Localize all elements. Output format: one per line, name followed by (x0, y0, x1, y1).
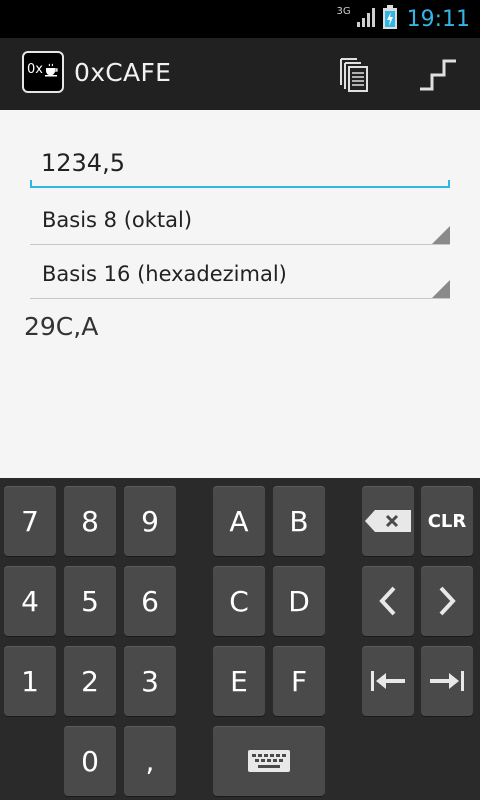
key-4[interactable]: 4 (4, 566, 56, 636)
key-e[interactable]: E (213, 646, 265, 716)
backspace-button[interactable] (362, 486, 414, 556)
keyboard-icon (248, 750, 290, 772)
copy-button[interactable] (326, 48, 382, 100)
app-icon[interactable]: 0x (22, 51, 64, 93)
arrow-left-icon (379, 586, 396, 616)
backspace-icon (365, 510, 411, 532)
cursor-left-button[interactable] (362, 566, 414, 636)
key-0[interactable]: 0 (64, 726, 116, 796)
action-bar: 0x 0xCAFE (0, 38, 480, 110)
key-3[interactable]: 3 (124, 646, 176, 716)
steps-button[interactable] (410, 48, 466, 100)
jump-start-icon (371, 671, 405, 691)
app-icon-text: 0x (27, 62, 43, 77)
number-input[interactable] (30, 144, 441, 182)
key-1[interactable]: 1 (4, 646, 56, 716)
battery-charging-icon (382, 5, 397, 33)
key-d[interactable]: D (273, 566, 325, 636)
jump-end-icon (430, 671, 464, 691)
clock: 19:11 (406, 6, 470, 32)
cursor-right-button[interactable] (421, 566, 473, 636)
converter-panel: Basis 8 (oktal) Basis 16 (hexadezimal) 2… (0, 110, 480, 478)
key-5[interactable]: 5 (64, 566, 116, 636)
key-6[interactable]: 6 (124, 566, 176, 636)
status-icons: 3G 19:11 (336, 4, 470, 34)
copy-icon (340, 58, 368, 92)
dropdown-caret-icon (432, 226, 450, 244)
clear-button[interactable]: CLR (421, 486, 473, 556)
number-input-wrapper (30, 144, 450, 188)
key-8[interactable]: 8 (64, 486, 116, 556)
arrow-right-icon (439, 586, 456, 616)
dropdown-caret-icon (432, 280, 450, 298)
app-title: 0xCAFE (74, 58, 172, 87)
key-c[interactable]: C (213, 566, 265, 636)
toggle-system-keyboard-button[interactable] (213, 726, 325, 796)
from-base-label: Basis 8 (oktal) (42, 208, 193, 232)
from-base-spinner[interactable]: Basis 8 (oktal) (30, 198, 450, 245)
cursor-start-button[interactable] (362, 646, 414, 716)
to-base-spinner[interactable]: Basis 16 (hexadezimal) (30, 252, 450, 299)
key-b[interactable]: B (273, 486, 325, 556)
key-7[interactable]: 7 (4, 486, 56, 556)
key-2[interactable]: 2 (64, 646, 116, 716)
steps-icon (420, 59, 456, 91)
result-value: 29C,A (24, 312, 99, 341)
network-type-label: 3G (336, 5, 351, 17)
to-base-label: Basis 16 (hexadezimal) (42, 262, 287, 286)
cursor-end-button[interactable] (421, 646, 473, 716)
input-focus-underline (30, 180, 450, 188)
status-bar: 3G 19:11 (0, 0, 480, 38)
signal-icon (356, 7, 377, 31)
key-comma[interactable]: , (124, 726, 176, 796)
key-9[interactable]: 9 (124, 486, 176, 556)
key-f[interactable]: F (273, 646, 325, 716)
coffee-cup-icon (45, 63, 58, 77)
hex-keypad: 7 8 9 A B CLR 4 5 6 C D 1 2 3 E F 0 , (0, 478, 480, 800)
key-a[interactable]: A (213, 486, 265, 556)
